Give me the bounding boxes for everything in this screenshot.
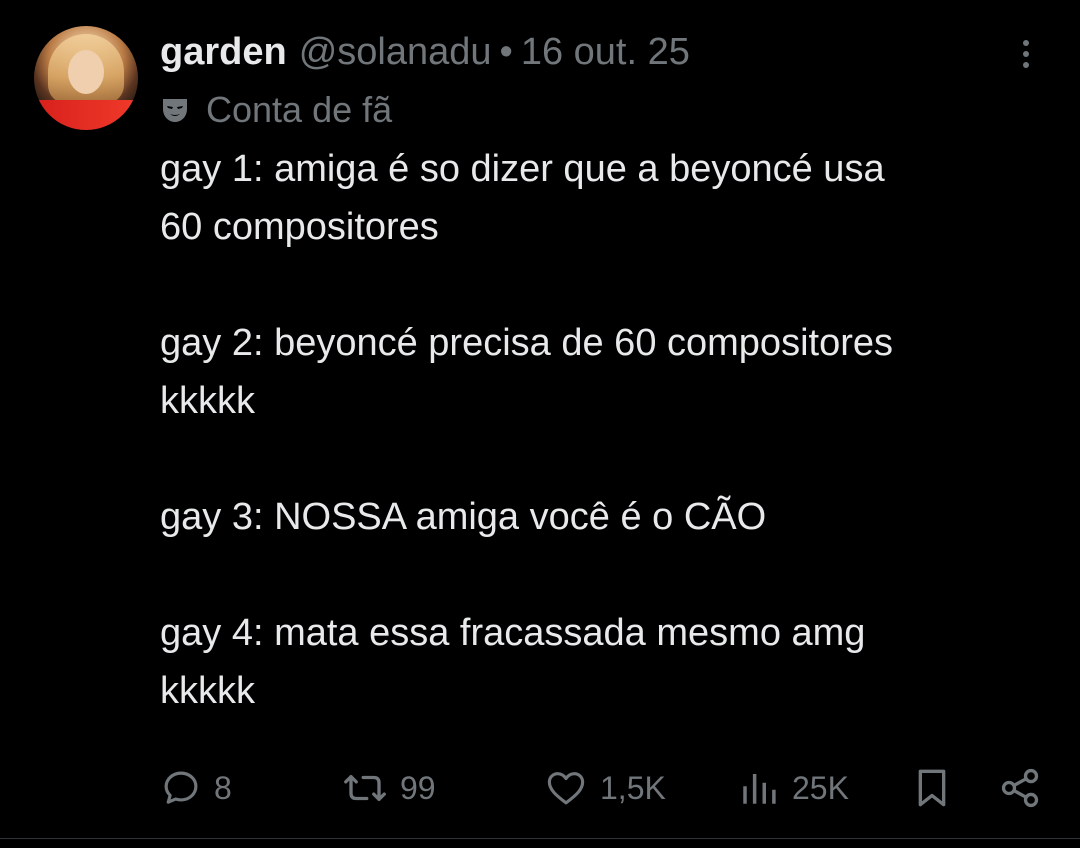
tweet-line: gay 3: NOSSA amiga você é o CÃO (160, 496, 767, 538)
tweet-line: kkkkk (160, 670, 255, 712)
separator-dot: • (499, 30, 513, 73)
tweet-paragraph: gay 4: mata essa fracassada mesmo amg kk… (160, 604, 1060, 720)
mask-icon (163, 99, 187, 122)
tweet-line: gay 4: mata essa fracassada mesmo amg (160, 612, 866, 654)
more-vertical-icon (1023, 40, 1029, 68)
tweet-line: gay 2: beyoncé precisa de 60 compositore… (160, 322, 893, 364)
avatar[interactable] (34, 26, 138, 130)
tweet-date[interactable]: 16 out. 25 (521, 31, 690, 74)
tweet-paragraph: gay 2: beyoncé precisa de 60 compositore… (160, 314, 1060, 430)
account-badge: Conta de fã (160, 88, 392, 132)
avatar-shirt (34, 100, 138, 130)
action-bar: 8 99 1,5K 25K (160, 760, 1050, 816)
retweet-button[interactable]: 99 (342, 760, 436, 816)
tweet-line: 60 compositores (160, 206, 439, 248)
retweet-count: 99 (400, 769, 436, 806)
retweet-icon (344, 774, 386, 802)
bookmark-button[interactable] (912, 760, 952, 816)
reply-count: 8 (214, 769, 232, 806)
share-button[interactable] (998, 760, 1042, 816)
tweet-line: kkkkk (160, 380, 255, 422)
tweet[interactable]: garden @solanadu • 16 out. 25 Conta de f… (0, 0, 1080, 848)
views-button[interactable]: 25K (738, 760, 849, 816)
tweet-line: gay 1: amiga é so dizer que a beyoncé us… (160, 148, 885, 190)
like-count: 1,5K (600, 769, 666, 806)
tweet-text: gay 1: amiga é so dizer que a beyoncé us… (160, 140, 1060, 720)
heart-icon (547, 772, 585, 805)
tweet-header: garden @solanadu • 16 out. 25 (160, 28, 690, 76)
badge-label: Conta de fã (206, 89, 393, 130)
user-handle[interactable]: @solanadu (299, 31, 492, 74)
divider (0, 838, 1080, 839)
reply-button[interactable]: 8 (160, 760, 232, 816)
reply-icon (164, 771, 198, 804)
tweet-paragraph: gay 1: amiga é so dizer que a beyoncé us… (160, 140, 1060, 256)
views-count: 25K (792, 769, 849, 806)
share-icon (1001, 768, 1039, 808)
avatar-face (68, 50, 104, 94)
views-icon (743, 774, 776, 804)
more-options-button[interactable] (1008, 36, 1044, 72)
bookmark-icon (918, 769, 946, 807)
display-name[interactable]: garden (160, 31, 287, 74)
like-button[interactable]: 1,5K (544, 760, 666, 816)
tweet-paragraph: gay 3: NOSSA amiga você é o CÃO (160, 488, 1060, 546)
